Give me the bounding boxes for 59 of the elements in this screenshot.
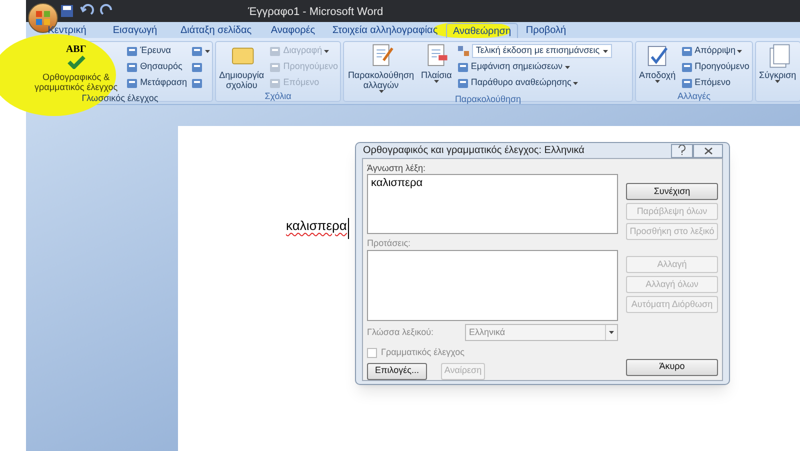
small-icon: [680, 61, 693, 73]
field-label: Άγνωστη λέξη:: [367, 162, 427, 174]
small-icon: [680, 77, 693, 89]
small-icon: [191, 77, 203, 89]
save-icon: [60, 4, 74, 18]
dialog-button[interactable]: Συνέχιση: [626, 183, 718, 200]
ribbon-tab[interactable]: Εισαγωγή: [100, 23, 170, 38]
small-icon: [269, 61, 282, 73]
ribbon-button[interactable]: Παρακολούθηση αλλαγών: [346, 43, 416, 93]
ribbon-button[interactable]: Έρευνα: [126, 44, 187, 58]
group-label: Σχόλια: [264, 90, 292, 102]
help-icon: [677, 145, 687, 156]
small-icon: [191, 45, 203, 57]
ribbon-tab[interactable]: Διάταξη σελίδας: [172, 23, 260, 38]
small-icon: [456, 61, 469, 73]
ribbon-button[interactable]: Απόρριψη: [680, 44, 750, 58]
small-icon: [269, 77, 282, 89]
spelling-icon: ΑΒΓ: [66, 43, 86, 71]
ribbon-tab[interactable]: Αναφορές: [262, 23, 324, 38]
markup-icon: [456, 45, 469, 57]
ribbon-button[interactable]: Πλαίσια: [420, 43, 453, 83]
ribbon-button[interactable]: Θησαυρός: [126, 60, 187, 74]
markup-dropdown[interactable]: Τελική έκδοση με επισημάνσεις: [472, 44, 612, 58]
close-icon: [704, 146, 712, 154]
ribbon-button[interactable]: Παράθυρο αναθεώρησης: [456, 76, 612, 90]
group-label: Αλλαγές: [676, 90, 712, 102]
text-field[interactable]: καλισπερα: [367, 174, 618, 234]
ribbon-button[interactable]: Δημιουργία σχολίου: [218, 43, 266, 90]
ribbon-button[interactable]: Επόμενο: [680, 76, 750, 90]
ribbon-button[interactable]: Εμφάνιση σημειώσεων: [456, 60, 612, 74]
small-icon: [126, 77, 138, 89]
dialog-title: Ορθογραφικός και γραμματικός έλεγχος: Ελληνικά: [363, 144, 584, 158]
small-icon: [269, 45, 282, 57]
group-label: Παρακολούθηση: [454, 93, 522, 105]
ribbon-button[interactable]: Μετάφραση: [126, 76, 187, 90]
dialog-button[interactable]: Επιλογές...: [367, 362, 427, 380]
ribbon-button[interactable]: [191, 44, 210, 58]
ribbon-tab[interactable]: Κεντρική: [36, 23, 98, 38]
checkbox[interactable]: [367, 348, 377, 358]
ribbon-tab[interactable]: Προβολή: [520, 23, 572, 38]
check-icon: [66, 55, 86, 69]
small-icon: [680, 45, 693, 57]
document-text[interactable]: καλισπερα: [286, 218, 349, 239]
ribbon-button[interactable]: Προηγούμενο: [680, 60, 750, 74]
list-box[interactable]: [367, 250, 618, 321]
small-icon: [191, 61, 203, 73]
logo-icon: [35, 10, 51, 26]
dialog-button[interactable]: Άκυρο: [626, 358, 718, 376]
small-icon: [126, 45, 138, 57]
field-label: Προτάσεις:: [367, 237, 412, 250]
small-icon: [456, 77, 469, 89]
help-button[interactable]: [671, 144, 693, 158]
field-label: Γλώσσα λεξικού:: [367, 326, 435, 339]
small-icon: [126, 61, 138, 73]
ribbon-button[interactable]: Σύγκριση: [758, 43, 798, 83]
close-button[interactable]: [693, 144, 723, 158]
caret-icon: [609, 331, 614, 334]
ribbon-button[interactable]: Αποδοχή: [638, 43, 677, 83]
window-title: Έγγραφο1 - Microsoft Word: [248, 5, 384, 20]
